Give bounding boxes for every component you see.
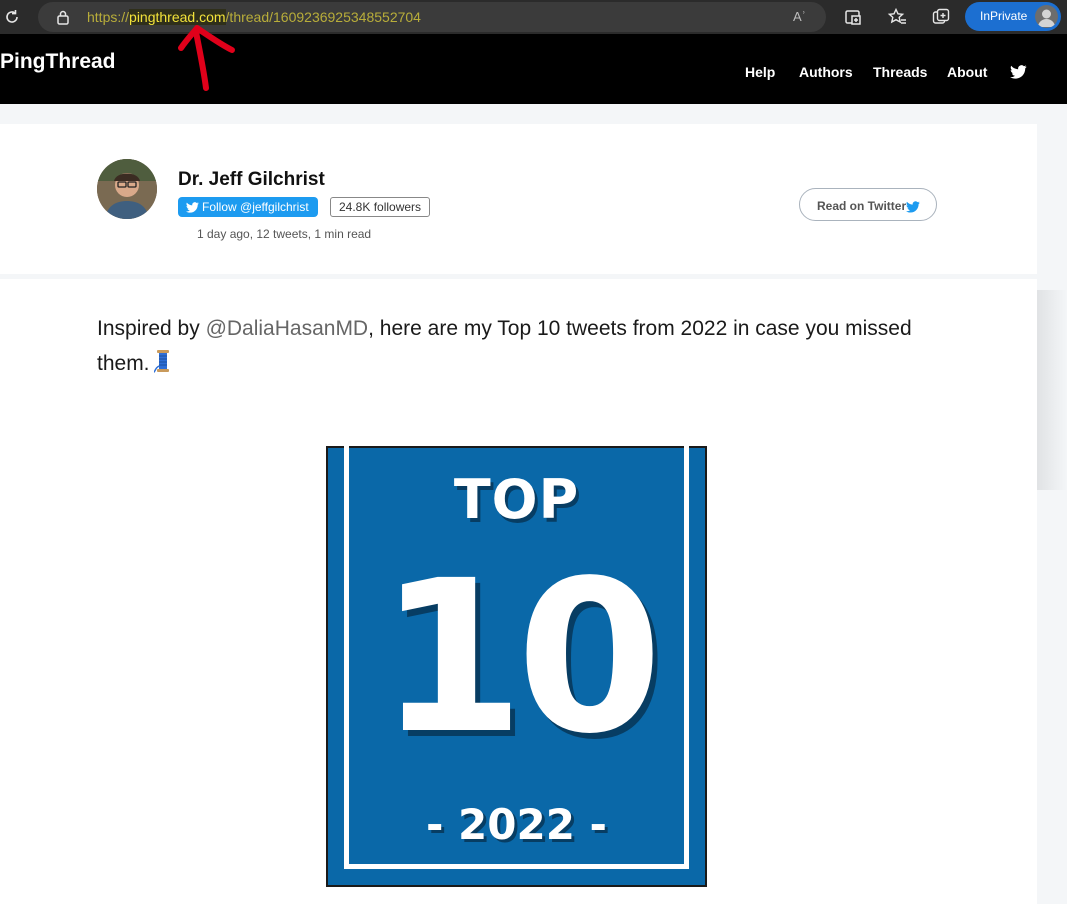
- twitter-icon[interactable]: [1010, 65, 1027, 79]
- read-on-twitter-label: Read on Twitter: [817, 199, 907, 213]
- top10-2022-image[interactable]: TOP 10 - 2022 -: [326, 446, 707, 887]
- read-aloud-icon[interactable]: Aʾ: [793, 9, 806, 24]
- refresh-icon[interactable]: [2, 7, 22, 27]
- author-avatar[interactable]: [97, 159, 157, 219]
- address-bar[interactable]: https://pingthread.com/thread/1609236925…: [38, 2, 826, 32]
- image-number-text: 10: [378, 535, 662, 780]
- author-name[interactable]: Dr. Jeff Gilchrist: [178, 169, 325, 191]
- image-top-text: TOP: [453, 468, 580, 531]
- nav-authors[interactable]: Authors: [799, 64, 853, 80]
- tweet-text-before: Inspired by: [97, 317, 206, 340]
- lock-icon[interactable]: [55, 9, 71, 25]
- nav-help[interactable]: Help: [745, 64, 775, 80]
- read-on-twitter-button[interactable]: Read on Twitter: [799, 188, 937, 221]
- profile-avatar-icon: [1035, 5, 1058, 28]
- author-card: Dr. Jeff Gilchrist Follow @jeffgilchrist…: [0, 124, 1037, 274]
- inprivate-button[interactable]: InPrivate: [965, 2, 1061, 31]
- browser-toolbar: https://pingthread.com/thread/1609236925…: [0, 0, 1067, 34]
- nav-about[interactable]: About: [947, 64, 987, 80]
- tweet-text: Inspired by @DaliaHasanMD, here are my T…: [97, 311, 917, 381]
- site-header: PingThread Help Authors Threads About: [0, 34, 1067, 104]
- split-screen-icon[interactable]: [843, 7, 863, 27]
- url-text[interactable]: https://pingthread.com/thread/1609236925…: [87, 9, 421, 25]
- site-brand[interactable]: PingThread: [0, 50, 116, 74]
- mention-link[interactable]: @DaliaHasanMD: [206, 317, 369, 340]
- collections-icon[interactable]: [931, 7, 951, 27]
- twitter-icon: [906, 200, 920, 213]
- url-path: /thread/1609236925348552704: [225, 9, 421, 25]
- follow-button-label: Follow @jeffgilchrist: [202, 200, 309, 214]
- image-year-text: - 2022 -: [425, 800, 607, 849]
- favorites-icon[interactable]: [887, 7, 907, 27]
- thread-content: Inspired by @DaliaHasanMD, here are my T…: [0, 279, 1037, 904]
- twitter-bird-icon: [186, 202, 199, 213]
- card-shadow: [1037, 290, 1067, 490]
- follow-button[interactable]: Follow @jeffgilchrist: [178, 197, 318, 217]
- thread-spool-icon: [153, 349, 172, 373]
- thread-meta: 1 day ago, 12 tweets, 1 min read: [197, 227, 372, 241]
- red-arrow-annotation: [178, 25, 235, 91]
- followers-count-badge: 24.8K followers: [330, 197, 431, 217]
- url-prefix: https://: [87, 9, 130, 25]
- nav-threads[interactable]: Threads: [873, 64, 927, 80]
- inprivate-label: InPrivate: [980, 9, 1028, 23]
